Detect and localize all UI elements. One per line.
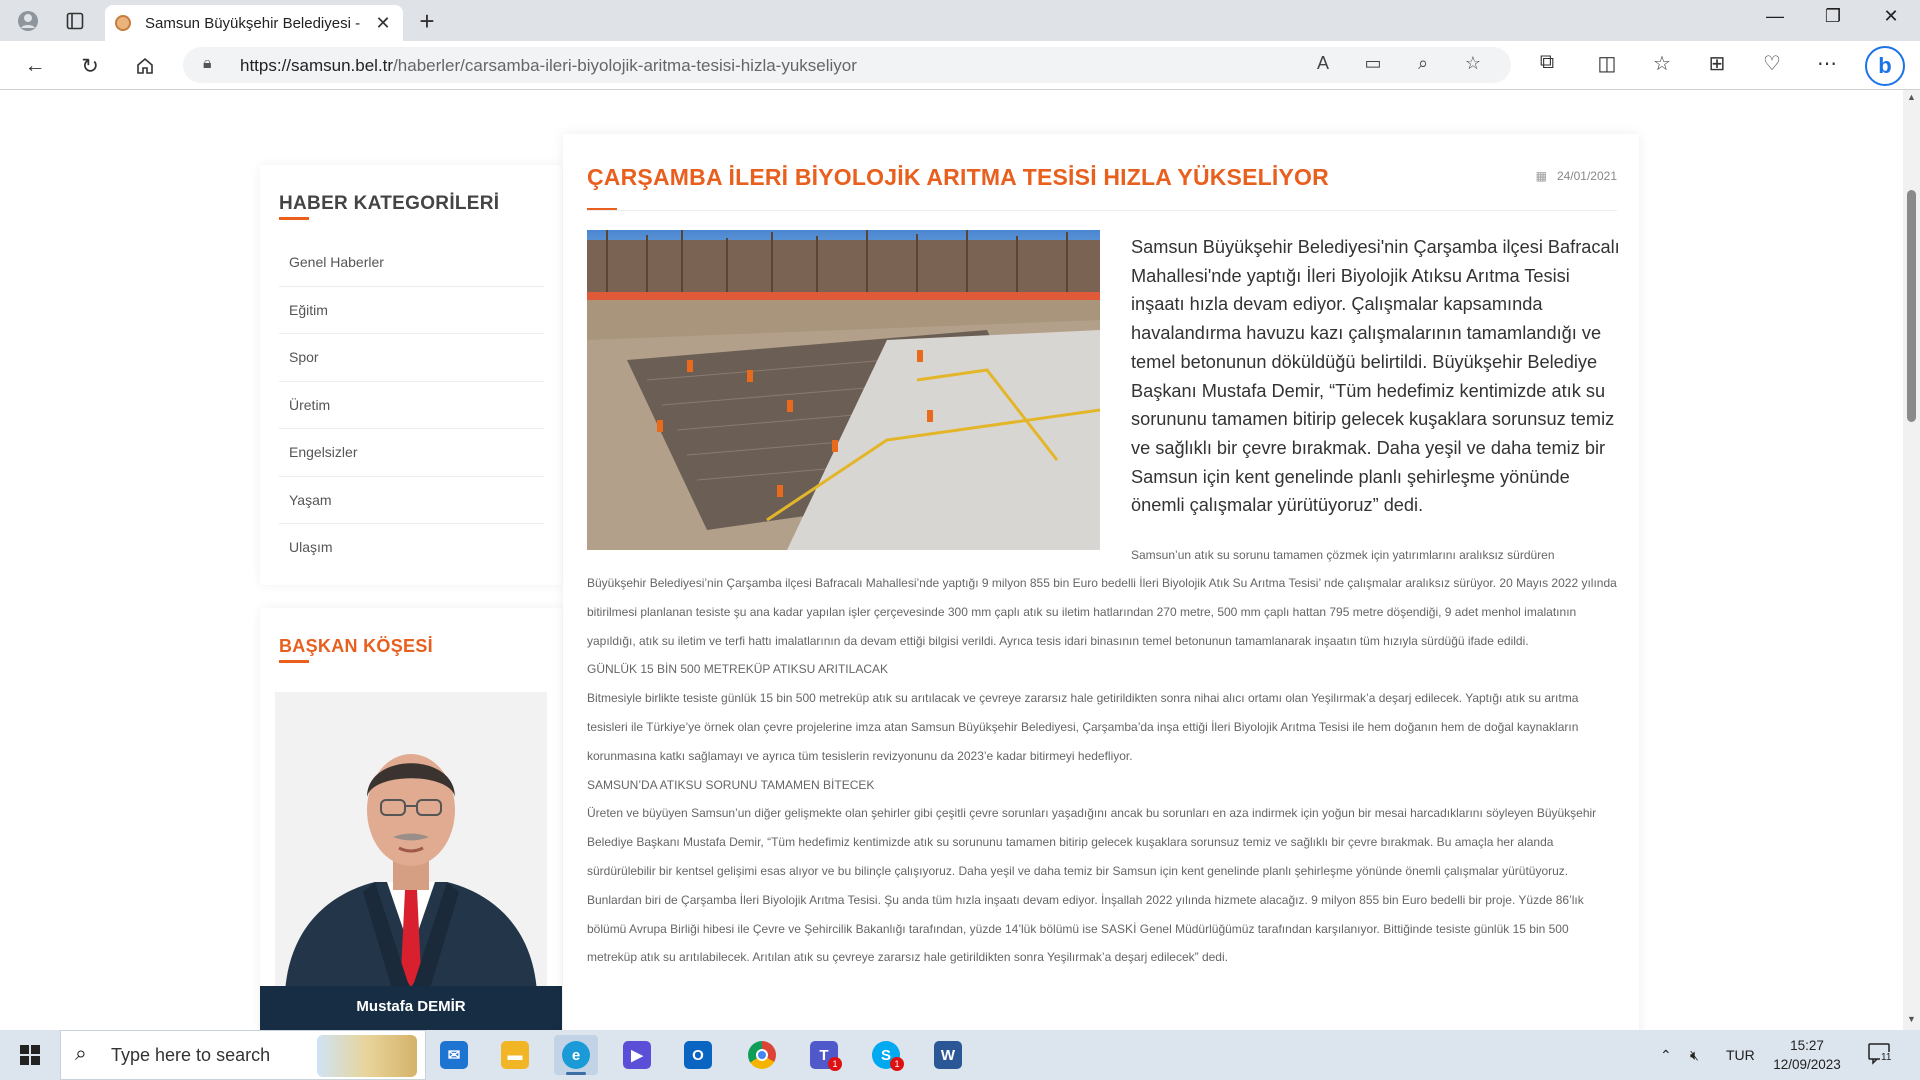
zoom-icon[interactable]: ⌕ [1410, 53, 1436, 79]
article-title: ÇARŞAMBA İLERİ BİYOLOJİK ARITMA TESİSİ H… [587, 164, 1329, 190]
address-bar[interactable]: 🔒︎ https://samsun.bel.tr/haberler/carsam… [183, 47, 1511, 83]
category-link[interactable]: Yaşam [279, 477, 544, 524]
article-image[interactable] [587, 230, 1100, 550]
mayor-corner-panel: BAŞKAN KÖŞESİ Mustafa DEMİR [260, 608, 562, 1030]
heading-underline [279, 217, 309, 220]
windows-start-icon[interactable] [0, 1030, 60, 1080]
skype-icon[interactable]: S1 [864, 1035, 908, 1075]
news-categories-panel: HABER KATEGORİLERİ Genel Haberler Eğitim… [260, 165, 562, 585]
category-link[interactable]: Genel Haberler [279, 239, 544, 287]
category-link[interactable]: Engelsizler [279, 429, 544, 477]
favorites-icon[interactable]: ☆ [1647, 51, 1677, 81]
mayor-portrait[interactable] [275, 692, 547, 992]
file-explorer-icon[interactable]: ▬ [493, 1035, 537, 1075]
heading-underline [279, 660, 309, 663]
browser-nav-bar: ← ↻ 🔒︎ https://samsun.bel.tr/haberler/ca… [0, 41, 1920, 90]
calendar-icon: ▦ [1535, 169, 1547, 183]
search-highlight-image [317, 1035, 417, 1077]
word-icon[interactable]: W [926, 1035, 970, 1075]
maximize-icon[interactable]: ❐ [1813, 6, 1853, 27]
back-icon[interactable]: ← [20, 51, 50, 81]
notification-count: 11 [1880, 1052, 1893, 1063]
tab-actions-icon[interactable] [62, 8, 88, 34]
bing-copilot-icon[interactable]: b [1865, 46, 1905, 86]
refresh-icon[interactable]: ↻ [75, 51, 105, 81]
volume-muted-icon[interactable]: 🔇︎ [1690, 1030, 1699, 1080]
site-favicon-icon [115, 15, 131, 31]
tab-title: Samsun Büyükşehir Belediyesi - [145, 14, 361, 32]
category-list: Genel Haberler Eğitim Spor Üretim Engels… [279, 239, 544, 572]
read-aloud-icon[interactable]: A [1310, 53, 1336, 79]
mayor-name: Mustafa DEMİR [356, 998, 466, 1015]
teams-icon[interactable]: T1 [802, 1035, 846, 1075]
new-tab-icon[interactable]: + [412, 6, 442, 37]
body-paragraph: Üreten ve büyüyen Samsun’un diğer gelişm… [587, 806, 1597, 965]
windows-taskbar: ⌕ Type here to search ✉ ▬ e ▶ O T1 S1 W … [0, 1030, 1920, 1080]
browser-tab-active[interactable]: Samsun Büyükşehir Belediyesi - ✕ [105, 5, 403, 41]
minimize-icon[interactable]: — [1755, 6, 1795, 27]
show-hidden-icons-icon[interactable]: ⌃ [1660, 1030, 1672, 1080]
profile-icon[interactable] [15, 8, 41, 34]
edge-browser-icon[interactable]: e [554, 1035, 598, 1075]
category-link[interactable]: Eğitim [279, 287, 544, 334]
title-divider [587, 210, 1617, 211]
search-icon: ⌕ [75, 1042, 87, 1065]
categories-heading: HABER KATEGORİLERİ [279, 193, 500, 214]
extensions-icon[interactable]: ⧉ [1532, 51, 1562, 81]
browser-tab-bar: Samsun Büyükşehir Belediyesi - ✕ + — ❐ ✕ [0, 0, 1920, 41]
media-app-icon[interactable]: ▶ [615, 1035, 659, 1075]
title-underline [587, 208, 617, 210]
scrollbar-thumb[interactable] [1907, 190, 1916, 422]
settings-more-icon[interactable]: ⋯ [1812, 51, 1842, 81]
scroll-down-icon[interactable]: ▼ [1907, 1014, 1916, 1024]
clock-time: 15:27 [1790, 1038, 1824, 1053]
split-screen-icon[interactable]: ◫ [1592, 51, 1622, 81]
collections-icon[interactable]: ⊞ [1702, 51, 1732, 81]
teams-badge: 1 [828, 1057, 842, 1071]
news-article: ÇARŞAMBA İLERİ BİYOLOJİK ARITMA TESİSİ H… [563, 134, 1639, 1030]
url-text[interactable]: https://samsun.bel.tr/haberler/carsamba-… [240, 56, 857, 76]
mayor-corner-heading: BAŞKAN KÖŞESİ [279, 636, 433, 656]
search-placeholder: Type here to search [111, 1045, 271, 1065]
article-date: ▦ 24/01/2021 [1536, 169, 1617, 183]
mail-app-icon[interactable]: ✉ [432, 1035, 476, 1075]
immersive-reader-icon[interactable]: ▭ [1360, 53, 1386, 79]
category-link[interactable]: Üretim [279, 382, 544, 429]
date-text: 24/01/2021 [1556, 169, 1617, 183]
category-link[interactable]: Spor [279, 334, 544, 382]
system-clock[interactable]: 15:27 12/09/2023 [1762, 1036, 1852, 1074]
performance-icon[interactable]: ♡ [1757, 51, 1787, 81]
page-scrollbar[interactable]: ▲ ▼ [1903, 90, 1920, 1030]
category-link[interactable]: Ulaşım [279, 524, 544, 572]
body-subheading: GÜNLÜK 15 BİN 500 METREKÜP ATIKSU ARITIL… [587, 662, 888, 677]
body-paragraph: Bitmesiyle birlikte tesiste günlük 15 bi… [587, 691, 1579, 763]
window-close-icon[interactable]: ✕ [1871, 6, 1911, 27]
web-page: HABER KATEGORİLERİ Genel Haberler Eğitim… [0, 90, 1903, 1030]
mayor-name-bar: Mustafa DEMİR [260, 986, 562, 1030]
lock-icon[interactable]: 🔒︎ [203, 55, 212, 73]
notification-center-icon[interactable]: 11 [1868, 1042, 1894, 1066]
tab-close-icon[interactable]: ✕ [373, 13, 393, 34]
article-body: Büyükşehir Belediyesi’nin Çarşamba ilçes… [587, 569, 1619, 972]
outlook-icon[interactable]: O [676, 1035, 720, 1075]
taskbar-search[interactable]: ⌕ Type here to search [60, 1030, 426, 1080]
article-lead: Samsun Büyükşehir Belediyesi'nin Çarşamb… [1131, 237, 1620, 516]
clock-date: 12/09/2023 [1773, 1057, 1841, 1072]
body-paragraph: Büyükşehir Belediyesi’nin Çarşamba ilçes… [587, 576, 1617, 648]
article-body-first-line: Samsun’un atık su sorunu tamamen çözmek … [1131, 548, 1555, 562]
body-subheading: SAMSUN’DA ATIKSU SORUNU TAMAMEN BİTECEK [587, 777, 875, 792]
favorite-star-icon[interactable]: ☆ [1460, 53, 1486, 79]
language-indicator[interactable]: TUR [1726, 1030, 1755, 1080]
scroll-up-icon[interactable]: ▲ [1907, 92, 1916, 102]
chrome-icon[interactable] [740, 1035, 784, 1075]
skype-badge: 1 [890, 1057, 904, 1071]
home-icon[interactable] [130, 51, 160, 81]
